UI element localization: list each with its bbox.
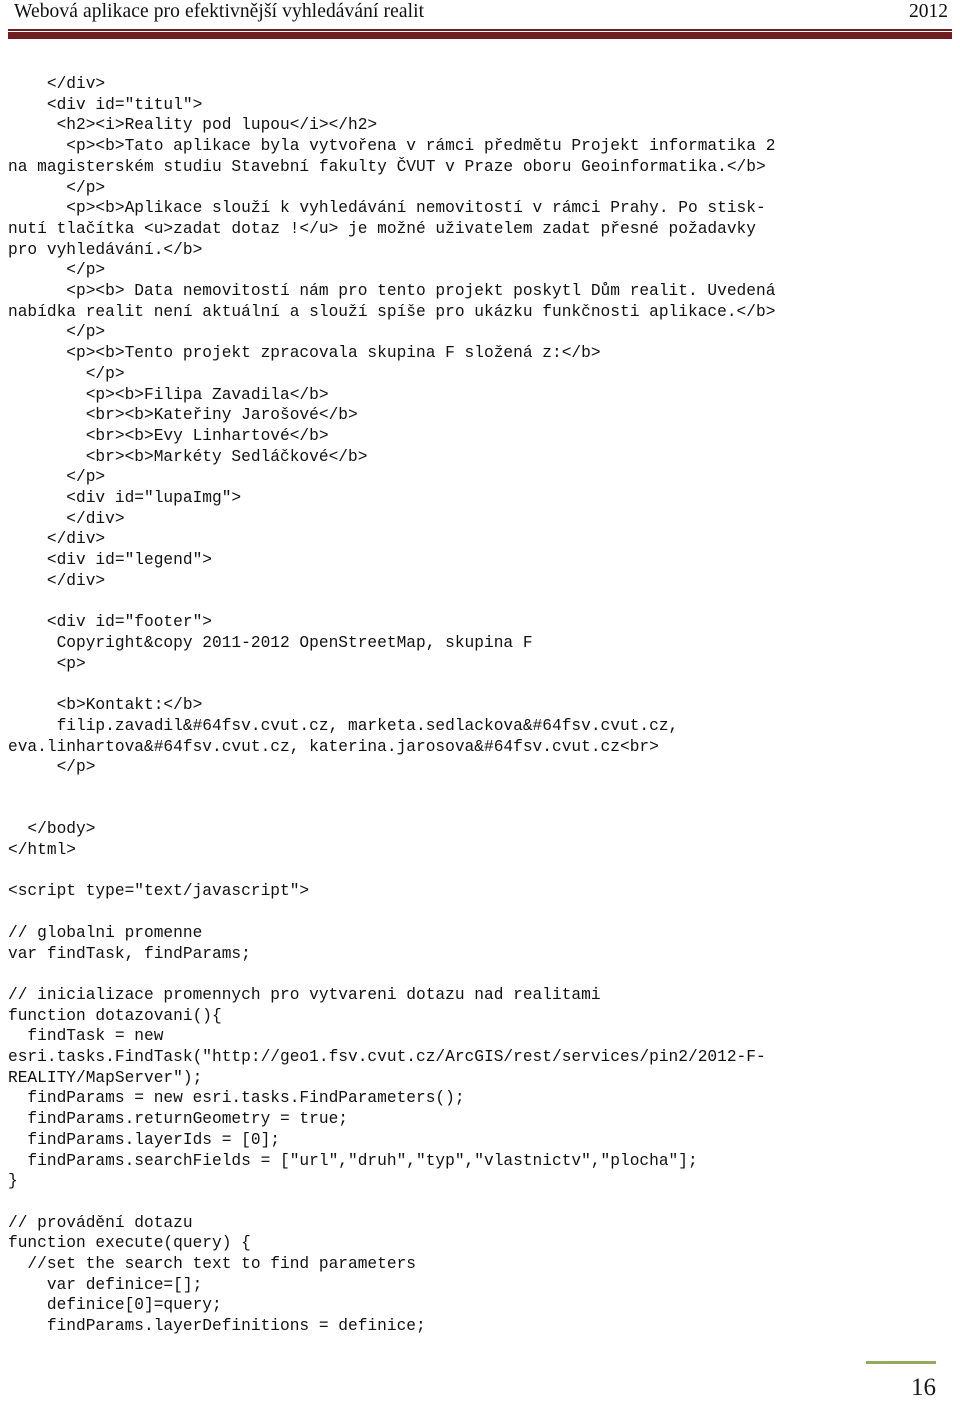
code-line: findParams.layerDefinitions = definice; (8, 1317, 426, 1336)
page-running-header: Webová aplikace pro efektivnější vyhledá… (0, 0, 960, 44)
code-line: </body> (8, 820, 96, 839)
code-line: var definice=[]; (8, 1275, 203, 1294)
code-line: <p><b>Filipa Zavadila</b> (8, 385, 329, 404)
code-line: findParams.layerIds = [0]; (8, 1130, 280, 1149)
code-line: </html> (8, 841, 76, 860)
code-line: findParams = new esri.tasks.FindParamete… (8, 1089, 465, 1108)
code-line: <div id="lupaImg"> (8, 489, 242, 508)
code-line: REALITY/MapServer"); (8, 1068, 203, 1087)
header-divider-rule (8, 29, 952, 39)
code-line: filip.zavadil&#64fsv.cvut.cz, marketa.se… (8, 716, 679, 735)
code-line: <script type="text/javascript"> (8, 882, 310, 901)
code-line: <br><b>Evy Linhartové</b> (8, 426, 329, 445)
code-line: var findTask, findParams; (8, 944, 251, 963)
code-line: pro vyhledávání.</b> (8, 240, 203, 259)
code-line: findTask = new (8, 1027, 164, 1046)
code-line: </p> (8, 323, 106, 342)
code-line: //set the search text to find parameters (8, 1255, 416, 1274)
page-running-footer: 16 (0, 1341, 960, 1411)
code-line: findParams.searchFields = ["url","druh",… (8, 1151, 698, 1170)
code-line: <p><b>Tato aplikace byla vytvořena v rám… (8, 137, 776, 156)
code-line: </p> (8, 468, 106, 487)
code-line: <p><b>Tento projekt zpracovala skupina F… (8, 344, 601, 363)
code-line: </div> (8, 530, 106, 549)
code-line: function dotazovani(){ (8, 1006, 222, 1025)
code-line: </p> (8, 364, 125, 383)
code-line: eva.linhartova&#64fsv.cvut.cz, katerina.… (8, 737, 659, 756)
code-line: <div id="legend"> (8, 551, 212, 570)
code-line: <p><b>Aplikace slouží k vyhledávání nemo… (8, 199, 766, 218)
code-line: </div> (8, 571, 106, 590)
code-line: na magisterském studiu Stavební fakulty … (8, 157, 766, 176)
code-line: Copyright&copy 2011-2012 OpenStreetMap, … (8, 633, 533, 652)
code-line: <b>Kontakt:</b> (8, 696, 203, 715)
code-line: // inicializace promennych pro vytvareni… (8, 985, 601, 1004)
code-line: } (8, 1172, 18, 1191)
code-line: <p> (8, 654, 86, 673)
code-line: <h2><i>Reality pod lupou</i></h2> (8, 116, 378, 135)
code-line: nabídka realit není aktuální a slouží sp… (8, 302, 776, 321)
header-rule-thick (8, 32, 952, 39)
code-line: findParams.returnGeometry = true; (8, 1110, 348, 1129)
code-line: </p> (8, 758, 96, 777)
code-line: <br><b>Kateřiny Jarošové</b> (8, 406, 358, 425)
page-number: 16 (911, 1374, 936, 1401)
source-code-listing: </div> <div id="titul"> <h2><i>Reality p… (8, 74, 952, 1337)
code-line: esri.tasks.FindTask("http://geo1.fsv.cvu… (8, 1048, 766, 1067)
code-line: </div> (8, 509, 125, 528)
footer-divider-rule (866, 1361, 936, 1364)
header-row: Webová aplikace pro efektivnější vyhledá… (0, 0, 960, 26)
document-title: Webová aplikace pro efektivnější vyhledá… (14, 1, 425, 22)
code-line: </div> (8, 75, 106, 93)
code-line: </p> (8, 261, 106, 280)
code-line: // globalni promenne (8, 923, 203, 942)
code-line: // provádění dotazu (8, 1213, 193, 1232)
code-line: nutí tlačítka <u>zadat dotaz !</u> je mo… (8, 219, 756, 238)
code-line: function execute(query) { (8, 1234, 251, 1253)
code-line: </p> (8, 178, 106, 197)
code-line: <p><b> Data nemovitostí nám pro tento pr… (8, 282, 776, 301)
document-year: 2012 (909, 1, 948, 22)
code-line: <div id="titul"> (8, 95, 203, 114)
code-line: <div id="footer"> (8, 613, 212, 632)
code-line: <br><b>Markéty Sedláčkové</b> (8, 447, 368, 466)
code-line: definice[0]=query; (8, 1296, 222, 1315)
